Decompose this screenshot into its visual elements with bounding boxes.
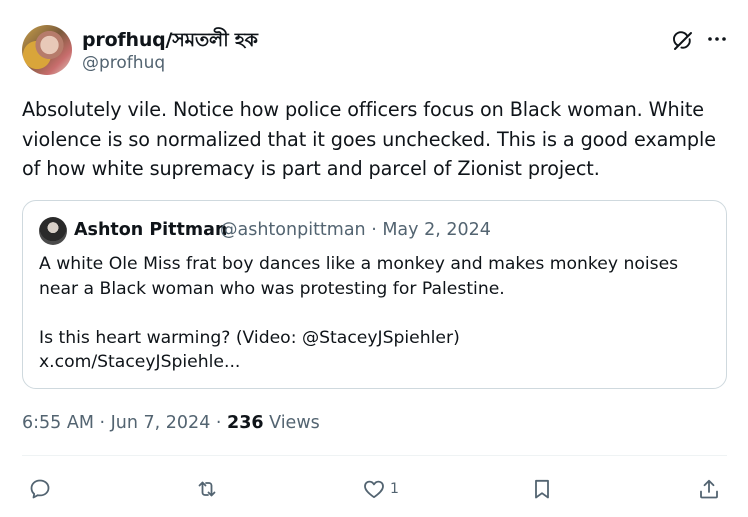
bookmark-icon <box>530 477 554 501</box>
views-count: 236 <box>227 413 264 433</box>
author-handle[interactable]: @profhuq <box>82 53 165 73</box>
heart-icon <box>362 477 386 501</box>
views-label: Views <box>263 413 320 433</box>
quoted-paragraph-2: Is this heart warming? (Video: @StaceyJS… <box>39 327 460 348</box>
share-icon <box>697 477 721 501</box>
quoted-paragraph-1: A white Ole Miss frat boy dances like a … <box>39 254 679 299</box>
quoted-author-name[interactable]: Ashton Pittman <box>74 220 227 240</box>
like-count: 1 <box>390 481 399 497</box>
reply-button[interactable] <box>28 477 52 501</box>
share-button[interactable] <box>697 477 721 501</box>
timestamp[interactable]: 6:55 AM · Jun 7, 2024 · <box>22 413 227 433</box>
repost-icon <box>195 477 219 501</box>
tweet-text: Absolutely vile. Notice how police offic… <box>22 98 716 180</box>
quoted-tweet-text: A white Ole Miss frat boy dances like a … <box>39 252 719 375</box>
author-avatar[interactable] <box>22 25 72 75</box>
quoted-author-avatar[interactable] <box>39 217 67 245</box>
divider <box>22 455 727 456</box>
reply-icon <box>28 477 52 501</box>
quoted-author-handle-date: @ashtonpittman · May 2, 2024 <box>220 220 491 240</box>
more-options-icon[interactable] <box>705 27 729 51</box>
repost-button[interactable] <box>195 477 219 501</box>
tweet-meta: 6:55 AM · Jun 7, 2024 · 236 Views <box>22 413 320 433</box>
quoted-tweet[interactable]: Ashton Pittman @ashtonpittman · May 2, 2… <box>22 200 727 389</box>
tweet: profhuq/সমতলী হক @profhuq Absolutely vil… <box>0 0 748 517</box>
bookmark-button[interactable] <box>530 477 554 501</box>
quoted-link[interactable]: x.com/StaceyJSpiehle... <box>39 350 719 375</box>
grok-icon[interactable] <box>671 29 695 53</box>
like-button[interactable]: 1 <box>362 477 399 501</box>
